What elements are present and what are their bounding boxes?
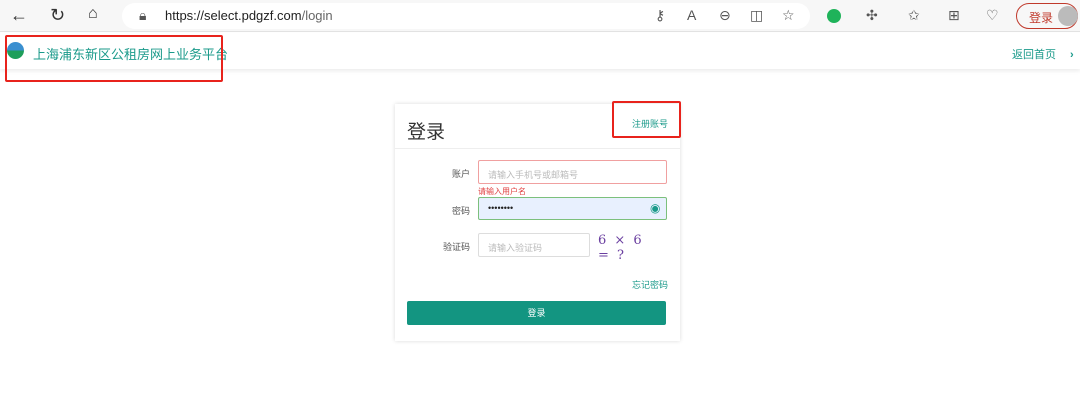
back-home-link[interactable]: 返回首页 › xyxy=(1012,46,1074,62)
url-host: https://select.pdgzf.com xyxy=(165,8,302,23)
password-label: 密码 xyxy=(451,206,470,216)
url-path: /login xyxy=(301,8,333,23)
home-icon[interactable]: ⌂ xyxy=(88,5,98,23)
chevron-right-icon: › xyxy=(1070,49,1074,61)
captcha-placeholder: 请输入验证码 xyxy=(488,243,543,253)
login-button-label: 登录 xyxy=(527,308,546,318)
add-favorite-icon[interactable]: ☆ xyxy=(782,7,795,24)
split-screen-icon[interactable]: ◫ xyxy=(750,7,763,24)
extension-icon[interactable] xyxy=(827,9,841,23)
highlight-box xyxy=(5,35,223,82)
account-label: 账户 xyxy=(451,169,470,179)
password-value: •••••••• xyxy=(488,203,514,213)
toggle-visibility-icon[interactable]: ◉ xyxy=(650,201,660,215)
login-button[interactable]: 登录 xyxy=(407,301,666,325)
login-title: 登录 xyxy=(407,122,446,143)
highlight-box xyxy=(612,101,681,138)
zoom-out-icon[interactable]: ⊖ xyxy=(719,7,731,24)
account-input[interactable]: 请输入手机号或邮箱号 xyxy=(478,160,667,184)
divider xyxy=(395,148,680,149)
profile-login-label: 登录 xyxy=(1029,11,1054,25)
captcha-label: 验证码 xyxy=(442,242,470,252)
back-icon[interactable]: ← xyxy=(10,5,28,26)
collections-icon[interactable]: ⊞ xyxy=(948,7,960,24)
refresh-icon[interactable]: ↻ xyxy=(50,5,65,26)
extensions-icon[interactable]: ✣ xyxy=(866,7,878,24)
key-icon[interactable]: ⚷ xyxy=(655,7,665,24)
account-placeholder: 请输入手机号或邮箱号 xyxy=(488,170,579,180)
read-aloud-icon[interactable]: A xyxy=(687,7,696,23)
lock-icon[interactable]: 🔒︎ xyxy=(139,7,146,24)
favorites-icon[interactable]: ✩ xyxy=(908,7,920,24)
captcha-input[interactable]: 请输入验证码 xyxy=(478,233,590,257)
account-error: 请输入用户名 xyxy=(478,187,526,196)
browser-essentials-icon[interactable]: ♡ xyxy=(986,7,999,24)
avatar[interactable] xyxy=(1058,6,1078,26)
password-input[interactable]: •••••••• xyxy=(478,197,667,220)
forgot-password-link[interactable]: 忘记密码 xyxy=(632,278,668,291)
captcha-image[interactable]: 6 × 6 = ? xyxy=(598,233,660,263)
url-text[interactable]: https://select.pdgzf.com/login xyxy=(165,8,333,23)
back-home-label: 返回首页 xyxy=(1012,49,1056,61)
